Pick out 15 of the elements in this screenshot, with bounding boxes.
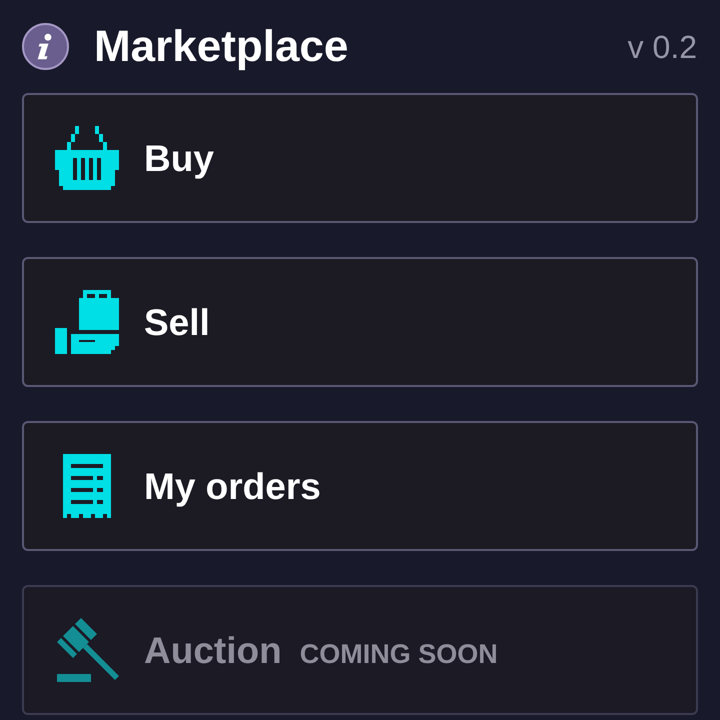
- menu-button[interactable]: Buy: [22, 93, 698, 223]
- version-label: v 0.2: [628, 30, 697, 62]
- menu-label: My orders: [144, 468, 321, 504]
- page-title: Marketplace: [94, 24, 348, 68]
- menu-label: Sell: [144, 304, 210, 340]
- basket-icon: [55, 126, 119, 190]
- menu-label: Buy: [144, 140, 214, 176]
- coming-soon-label: COMING SOON: [300, 640, 498, 668]
- menu-button[interactable]: Sell: [22, 257, 698, 387]
- info-icon[interactable]: [22, 23, 69, 70]
- hand-holding-bag-icon: [55, 290, 119, 354]
- gavel-icon: [55, 618, 119, 682]
- menu-button[interactable]: My orders: [22, 421, 698, 551]
- receipt-icon: [63, 454, 111, 518]
- menu-label: Auction: [144, 632, 282, 668]
